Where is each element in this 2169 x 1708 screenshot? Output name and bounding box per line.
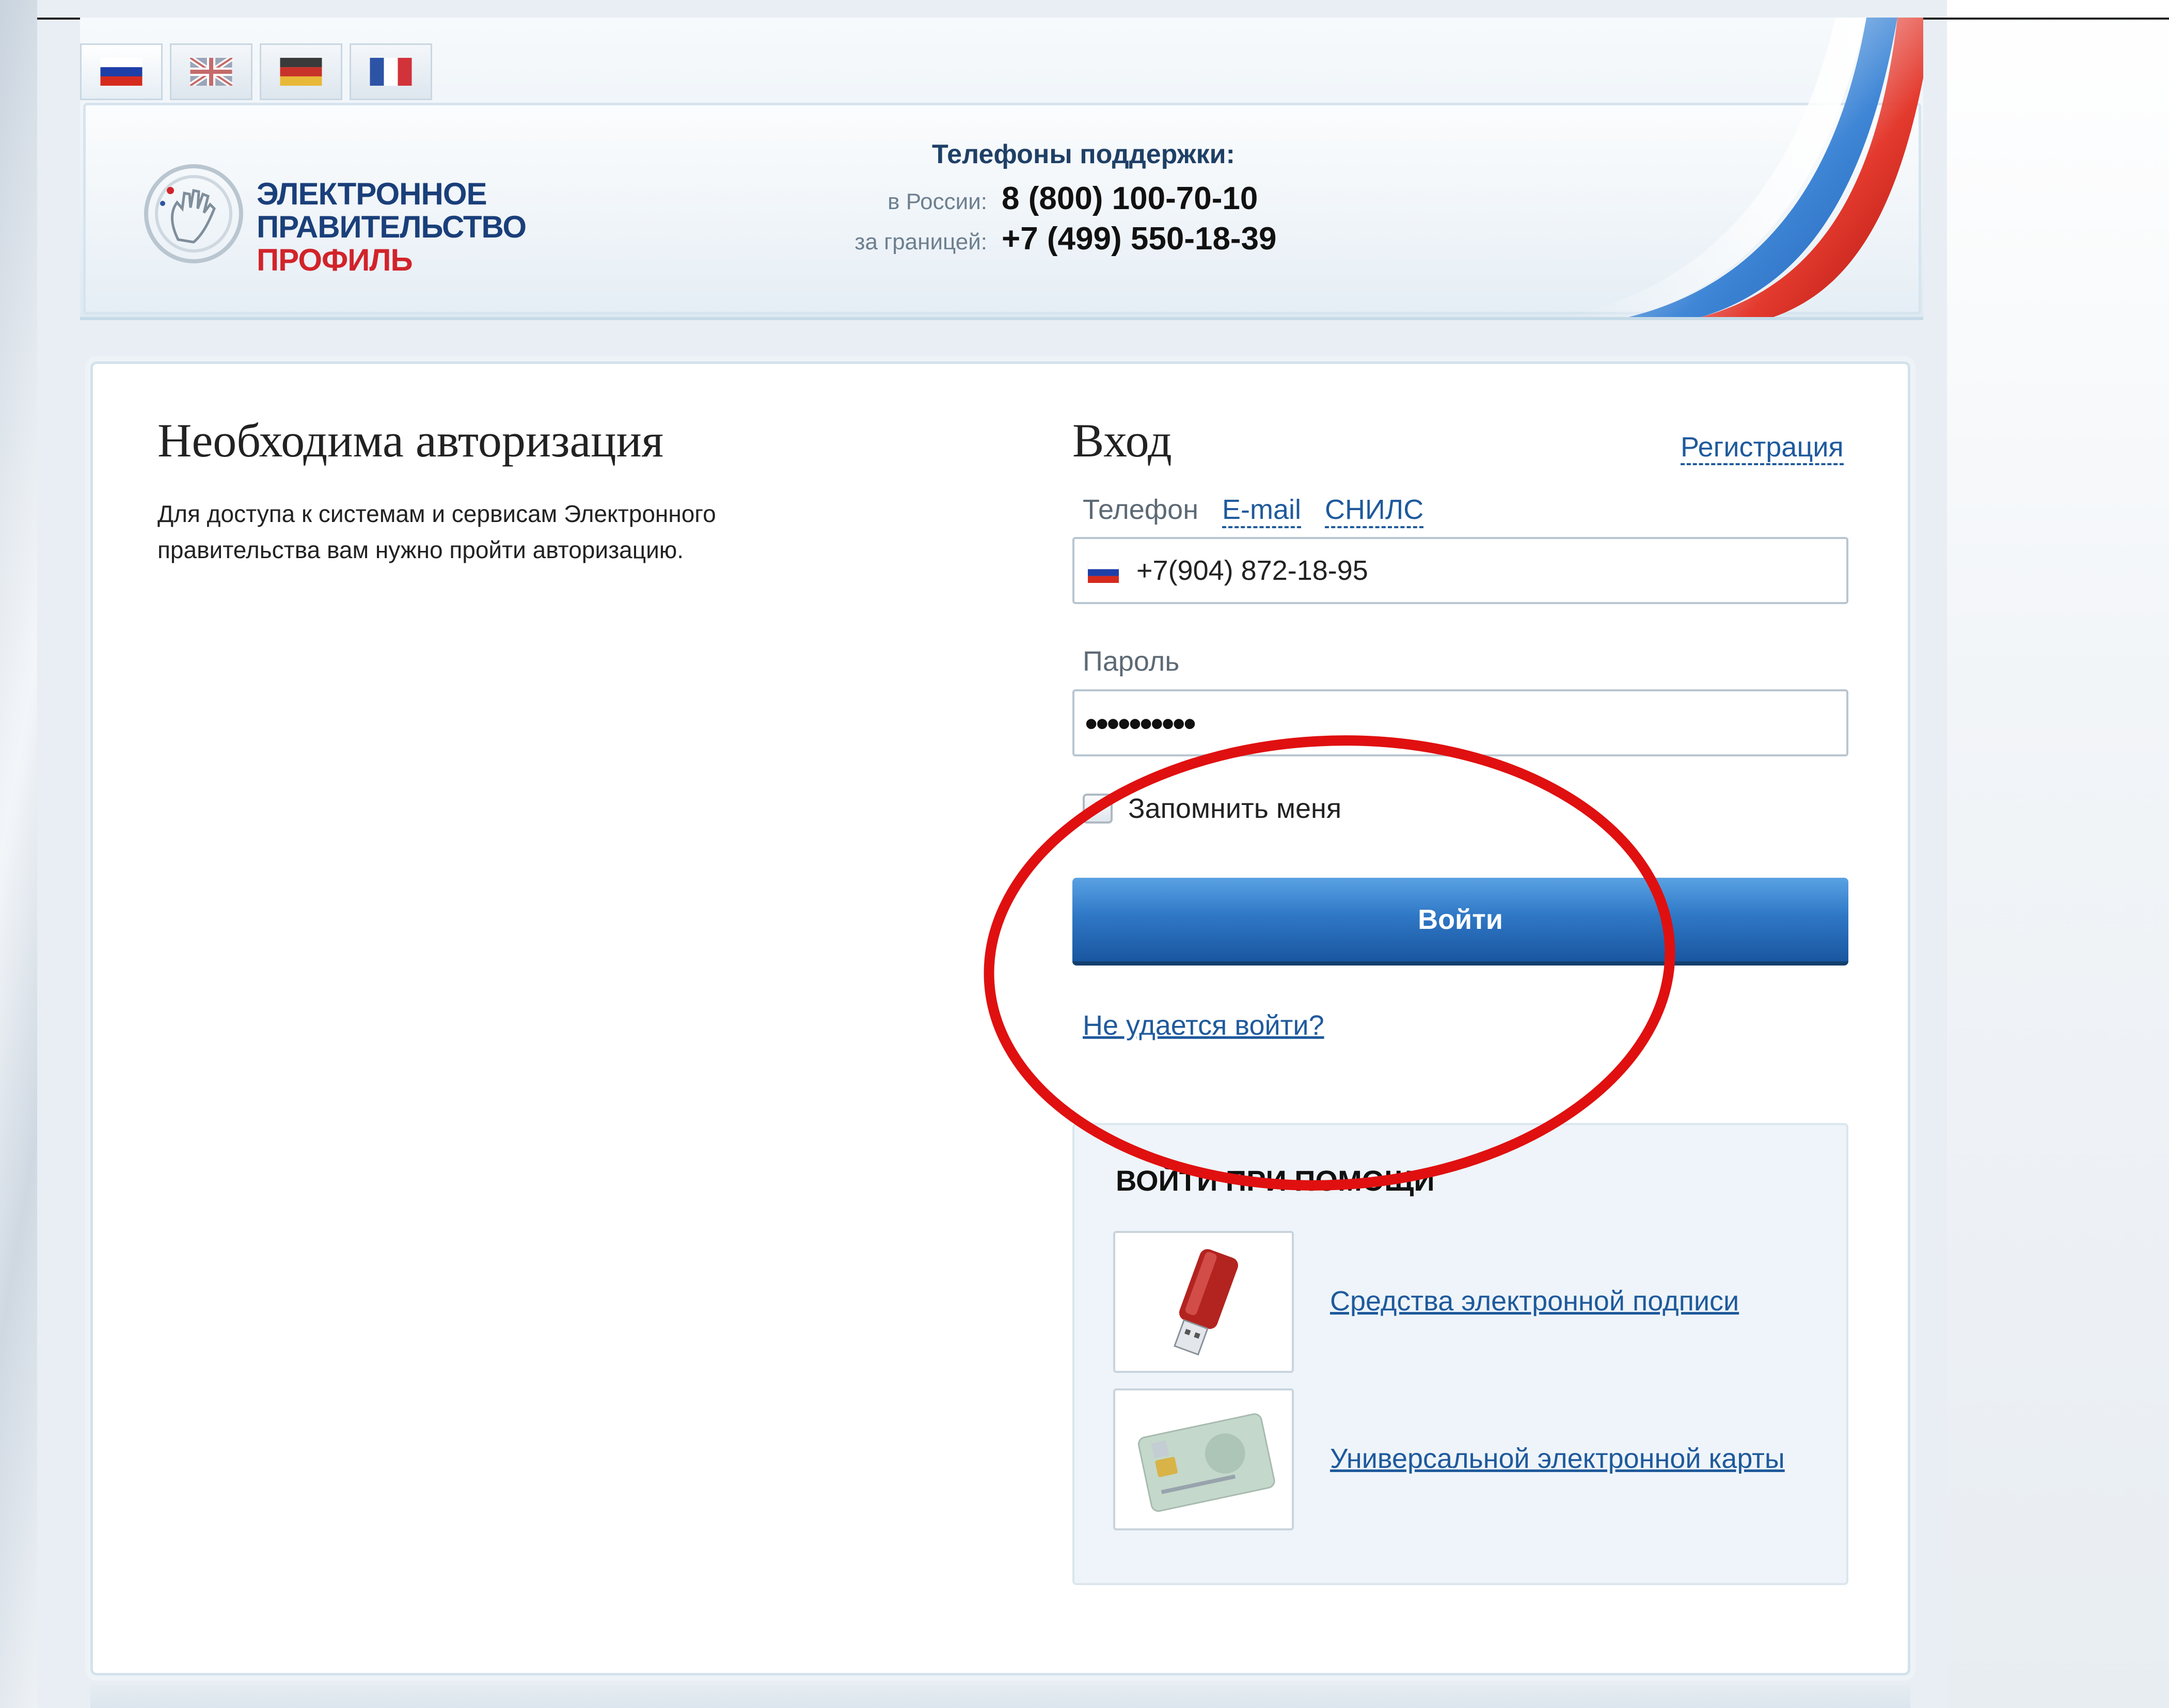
french-flag-icon [370,58,412,86]
login-button[interactable]: Войти [1072,878,1848,966]
uk-flag-icon [189,58,233,86]
logo-line-2: ПРАВИТЕЛЬСТВО [257,210,527,244]
password-label: Пароль [1083,646,1180,677]
remember-me-checkbox[interactable] [1083,794,1113,824]
alt-login-thumb-esign[interactable] [1113,1231,1294,1373]
hand-emblem-icon [144,164,243,263]
smart-card-icon [1137,1413,1275,1512]
remember-me[interactable]: Запомнить меня [1083,793,1341,825]
auth-description-line-1: Для доступа к системам и сервисам Электр… [157,500,716,527]
alt-login-link-card[interactable]: Универсальной электронной карты [1330,1443,1785,1475]
logo-line-3: ПРОФИЛЬ [257,243,413,277]
tab-email[interactable]: E-mail [1222,493,1302,528]
logo-line-1: ЭЛЕКТРОННОЕ [257,177,487,211]
password-input[interactable]: •••••••••• [1072,689,1848,756]
usb-token-icon [1174,1249,1238,1356]
site-header: ЭЛЕКТРОННОЕ ПРАВИТЕЛЬСТВО ПРОФИЛЬ Телефо… [80,18,1923,320]
support-abroad-label: за границей: [854,229,987,255]
site-logo[interactable]: ЭЛЕКТРОННОЕ ПРАВИТЕЛЬСТВО ПРОФИЛЬ [142,157,607,291]
support-russia-phone: 8 (800) 100-70-10 [1002,181,1258,216]
language-switcher [80,43,432,100]
password-input-value: •••••••••• [1085,703,1196,745]
alt-login-link-esign[interactable]: Средства электронной подписи [1330,1285,1739,1317]
auth-required-title: Необходима авторизация [157,414,664,467]
support-row-russia: в России: 8 (800) 100-70-10 [829,180,1304,217]
login-method-tabs: Телефон E-mail СНИЛС [1083,493,1424,528]
login-title: Вход [1072,414,1172,467]
language-de[interactable] [260,43,342,100]
remember-me-label: Запомнить меня [1128,793,1342,824]
alternative-login-title: ВОЙТИ ПРИ ПОМОЩИ [1116,1164,1435,1197]
alt-login-item-card: Универсальной электронной карты [1113,1388,1826,1530]
russian-flag-icon [1087,562,1119,583]
footer-strip [90,1684,1910,1708]
login-panel: Необходима авторизация Для доступа к сис… [90,361,1910,1675]
alternative-login-box: ВОЙТИ ПРИ ПОМОЩИ Средства электронной по… [1072,1123,1848,1585]
language-en[interactable] [170,43,252,100]
support-row-abroad: за границей: +7 (499) 550-18-39 [829,220,1304,257]
background-left [0,0,37,1708]
german-flag-icon [280,58,322,86]
russian-flag-icon [100,58,143,86]
alt-login-thumb-card[interactable] [1113,1388,1294,1530]
registration-link[interactable]: Регистрация [1681,431,1844,465]
tricolor-swoosh-decoration [1567,18,1923,317]
background-right [1947,0,2169,1708]
cant-login-link[interactable]: Не удается войти? [1083,1009,1324,1041]
alt-login-item-esign: Средства электронной подписи [1113,1231,1826,1373]
language-fr[interactable] [350,43,432,100]
logo-text: ЭЛЕКТРОННОЕ ПРАВИТЕЛЬСТВО ПРОФИЛЬ [257,177,527,277]
auth-description: Для доступа к системам и сервисам Электр… [157,496,880,568]
tab-snils[interactable]: СНИЛС [1325,493,1424,528]
support-title: Телефоны поддержки: [932,139,1235,169]
tab-phone[interactable]: Телефон [1083,493,1198,528]
phone-input-value: +7(904) 872-18-95 [1136,555,1368,586]
auth-description-line-2: правительства вам нужно пройти авторизац… [157,536,684,563]
support-abroad-phone: +7 (499) 550-18-39 [1002,221,1277,257]
support-russia-label: в России: [888,189,987,214]
phone-input[interactable]: +7(904) 872-18-95 [1072,537,1848,604]
language-ru[interactable] [80,43,163,100]
